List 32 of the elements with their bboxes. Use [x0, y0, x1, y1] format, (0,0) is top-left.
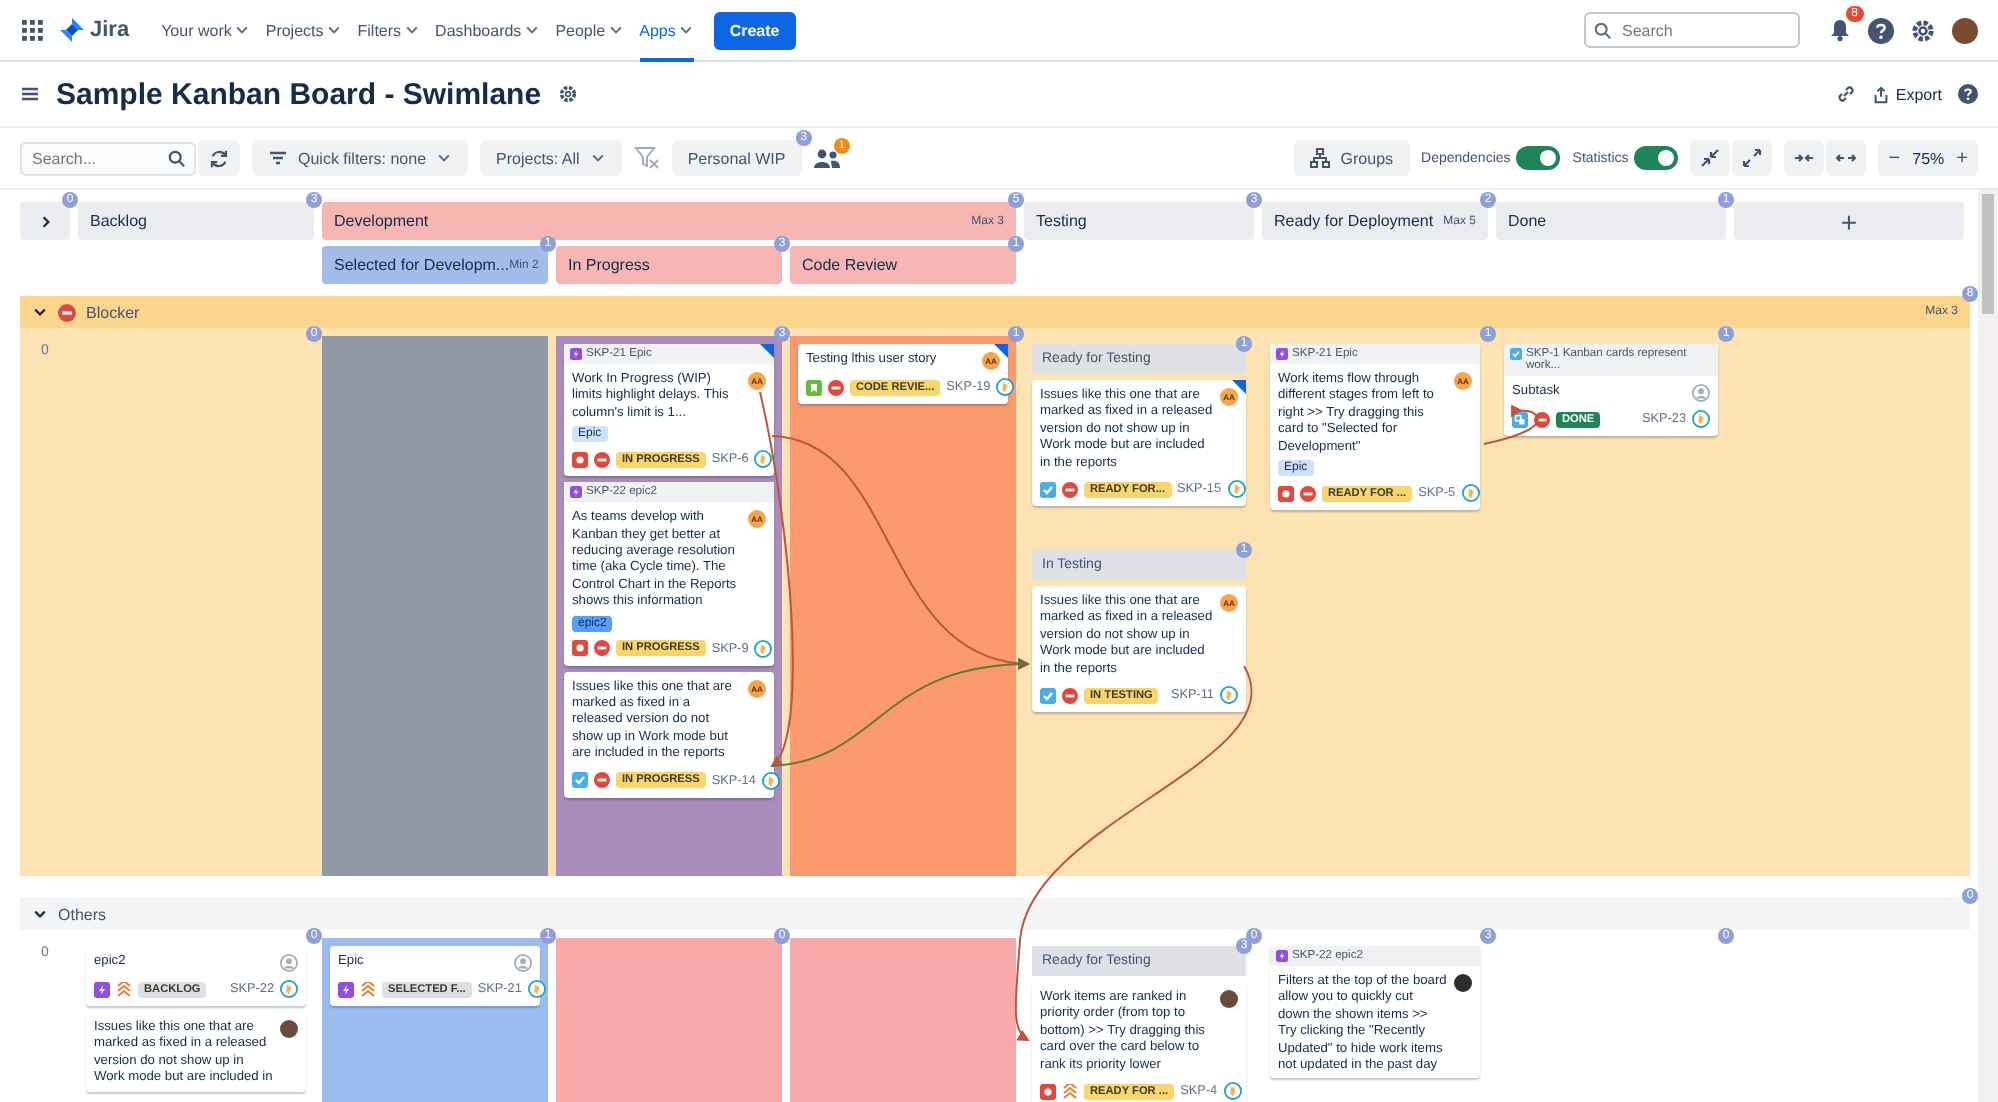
- board-title: Sample Kanban Board - Swimlane: [56, 77, 542, 111]
- column-title: Backlog: [90, 212, 149, 230]
- create-button[interactable]: Create: [713, 11, 796, 49]
- nav-menu-item[interactable]: Dashboards: [435, 0, 540, 61]
- product-name: Jira: [90, 18, 130, 42]
- column-title: Ready for Deployment: [1274, 212, 1436, 230]
- column-title: Selected for Developm...: [334, 256, 510, 274]
- search-field[interactable]: Search...: [20, 141, 196, 175]
- column-title: Development: [334, 212, 431, 230]
- swimlane-title: Blocker: [86, 303, 140, 321]
- swimlane-header[interactable]: Others: [20, 898, 1970, 930]
- nav-menu-item[interactable]: Apps: [639, 0, 694, 61]
- personal-wip-button[interactable]: Personal WIP: [671, 140, 802, 176]
- quick-filters-dropdown[interactable]: Quick filters: none: [252, 140, 469, 176]
- nav-menu-item[interactable]: People: [555, 0, 624, 61]
- zoom-out-button[interactable]: −: [1888, 147, 1901, 169]
- column-title: Code Review: [802, 256, 900, 274]
- column-title: In Progress: [568, 256, 652, 274]
- export-button[interactable]: Export: [1871, 85, 1942, 103]
- nav-menu-item[interactable]: Your work: [161, 0, 250, 61]
- add-column-button[interactable]: +: [1734, 202, 1964, 240]
- zoom-in-button[interactable]: +: [1956, 147, 1968, 169]
- nav-menu-item[interactable]: Filters: [357, 0, 420, 61]
- nav-menu-item[interactable]: Projects: [265, 0, 342, 61]
- projects-dropdown[interactable]: Projects: All: [480, 140, 622, 176]
- zoom-control[interactable]: − 75% +: [1878, 140, 1978, 176]
- column-title: Testing: [1036, 212, 1089, 230]
- search-field[interactable]: Search: [1584, 12, 1800, 48]
- zoom-level: 75%: [1912, 149, 1945, 167]
- groups-button[interactable]: Groups: [1294, 140, 1410, 176]
- swimlane-title: Others: [58, 905, 107, 923]
- column-title: Done: [1508, 212, 1549, 230]
